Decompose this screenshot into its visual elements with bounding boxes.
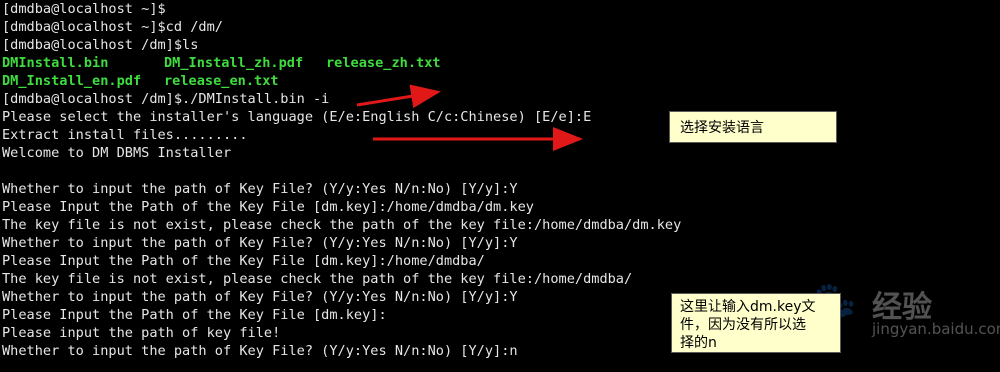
callout-text: 择的n	[680, 335, 717, 351]
callout-text: 件，因为没有所以选	[680, 317, 806, 333]
callout-select-language: 选择安装语言	[669, 111, 837, 143]
callout-text: 这里让输入dm.key文	[680, 299, 816, 315]
callout-key-file-note: 这里让输入dm.key文 件，因为没有所以选 择的n	[671, 293, 841, 353]
arrow-to-command	[356, 84, 441, 109]
callout-text: 选择安装语言	[680, 120, 764, 136]
watermark-url: jingyan.baidu.com	[872, 320, 1000, 338]
